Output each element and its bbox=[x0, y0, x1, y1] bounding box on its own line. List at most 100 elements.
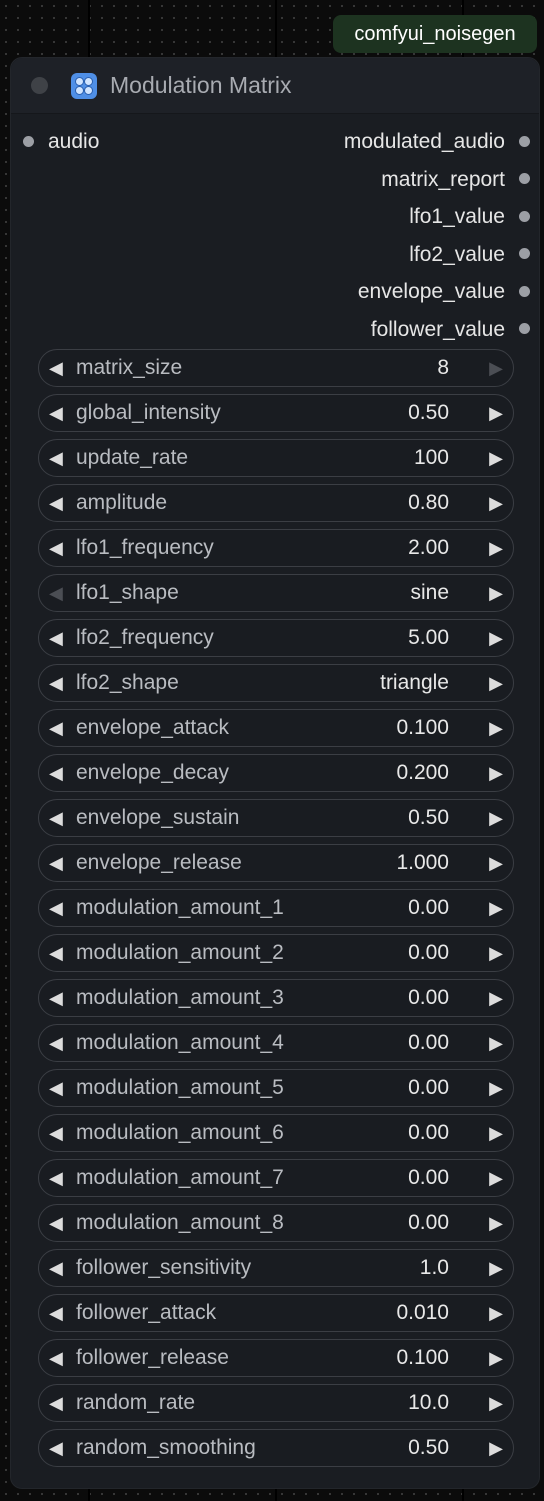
widget-lfo2-frequency[interactable]: ◀ lfo2_frequency 5.00 ▶ bbox=[38, 619, 514, 657]
decrement-arrow-icon[interactable]: ◀ bbox=[49, 845, 63, 881]
increment-arrow-icon[interactable]: ▶ bbox=[489, 530, 503, 566]
widget-value[interactable]: triangle bbox=[380, 665, 449, 701]
increment-arrow-icon[interactable]: ▶ bbox=[489, 1115, 503, 1151]
widget-value[interactable]: 0.100 bbox=[396, 1340, 449, 1376]
widget-value[interactable]: sine bbox=[410, 575, 449, 611]
modulation-matrix-node[interactable]: Modulation Matrix audio modulated_audio ma… bbox=[10, 57, 540, 1489]
output-slot-dot-icon[interactable] bbox=[519, 210, 530, 222]
widget-modulation-amount-3[interactable]: ◀ modulation_amount_3 0.00 ▶ bbox=[38, 979, 514, 1017]
output-slot-dot-icon[interactable] bbox=[519, 135, 530, 147]
node-header[interactable]: Modulation Matrix bbox=[11, 58, 539, 114]
widget-value[interactable]: 100 bbox=[414, 440, 449, 476]
increment-arrow-icon[interactable]: ▶ bbox=[489, 1160, 503, 1196]
widget-value[interactable]: 0.00 bbox=[408, 935, 449, 971]
increment-arrow-icon[interactable]: ▶ bbox=[489, 1385, 503, 1421]
widget-lfo2-shape[interactable]: ◀ lfo2_shape triangle ▶ bbox=[38, 664, 514, 702]
widget-modulation-amount-5[interactable]: ◀ modulation_amount_5 0.00 ▶ bbox=[38, 1069, 514, 1107]
decrement-arrow-icon[interactable]: ◀ bbox=[49, 1160, 63, 1196]
increment-arrow-icon[interactable]: ▶ bbox=[489, 395, 503, 431]
widget-value[interactable]: 0.80 bbox=[408, 485, 449, 521]
widget-value[interactable]: 1.0 bbox=[420, 1250, 449, 1286]
widget-lfo1-frequency[interactable]: ◀ lfo1_frequency 2.00 ▶ bbox=[38, 529, 514, 567]
widget-matrix-size[interactable]: ◀ matrix_size 8 ▶ bbox=[38, 349, 514, 387]
increment-arrow-icon[interactable]: ▶ bbox=[489, 1340, 503, 1376]
decrement-arrow-icon[interactable]: ◀ bbox=[49, 665, 63, 701]
collapse-toggle-icon[interactable] bbox=[31, 77, 48, 94]
widget-random-smoothing[interactable]: ◀ random_smoothing 0.50 ▶ bbox=[38, 1429, 514, 1467]
decrement-arrow-icon[interactable]: ◀ bbox=[49, 935, 63, 971]
increment-arrow-icon[interactable]: ▶ bbox=[489, 620, 503, 656]
increment-arrow-icon[interactable]: ▶ bbox=[489, 800, 503, 836]
increment-arrow-icon[interactable]: ▶ bbox=[489, 755, 503, 791]
increment-arrow-icon[interactable]: ▶ bbox=[489, 1025, 503, 1061]
decrement-arrow-icon[interactable]: ◀ bbox=[49, 1250, 63, 1286]
widget-value[interactable]: 0.50 bbox=[408, 395, 449, 431]
widget-value[interactable]: 1.000 bbox=[396, 845, 449, 881]
decrement-arrow-icon[interactable]: ◀ bbox=[49, 350, 63, 386]
widget-value[interactable]: 0.00 bbox=[408, 1160, 449, 1196]
decrement-arrow-icon[interactable]: ◀ bbox=[49, 800, 63, 836]
increment-arrow-icon[interactable]: ▶ bbox=[489, 440, 503, 476]
decrement-arrow-icon[interactable]: ◀ bbox=[49, 1295, 63, 1331]
widget-modulation-amount-6[interactable]: ◀ modulation_amount_6 0.00 ▶ bbox=[38, 1114, 514, 1152]
widget-modulation-amount-2[interactable]: ◀ modulation_amount_2 0.00 ▶ bbox=[38, 934, 514, 972]
decrement-arrow-icon[interactable]: ◀ bbox=[49, 1025, 63, 1061]
decrement-arrow-icon[interactable]: ◀ bbox=[49, 1115, 63, 1151]
increment-arrow-icon[interactable]: ▶ bbox=[489, 1070, 503, 1106]
output-slot-dot-icon[interactable] bbox=[519, 248, 530, 259]
increment-arrow-icon[interactable]: ▶ bbox=[489, 1205, 503, 1241]
decrement-arrow-icon[interactable]: ◀ bbox=[49, 1385, 63, 1421]
widget-modulation-amount-7[interactable]: ◀ modulation_amount_7 0.00 ▶ bbox=[38, 1159, 514, 1197]
decrement-arrow-icon[interactable]: ◀ bbox=[49, 980, 63, 1016]
widget-global-intensity[interactable]: ◀ global_intensity 0.50 ▶ bbox=[38, 394, 514, 432]
decrement-arrow-icon[interactable]: ◀ bbox=[49, 575, 63, 611]
output-slot-dot-icon[interactable] bbox=[519, 323, 530, 334]
widget-value[interactable]: 0.50 bbox=[408, 1430, 449, 1466]
decrement-arrow-icon[interactable]: ◀ bbox=[49, 1070, 63, 1106]
decrement-arrow-icon[interactable]: ◀ bbox=[49, 395, 63, 431]
increment-arrow-icon[interactable]: ▶ bbox=[489, 935, 503, 971]
increment-arrow-icon[interactable]: ▶ bbox=[489, 845, 503, 881]
widget-value[interactable]: 0.00 bbox=[408, 890, 449, 926]
decrement-arrow-icon[interactable]: ◀ bbox=[49, 440, 63, 476]
decrement-arrow-icon[interactable]: ◀ bbox=[49, 530, 63, 566]
output-slot-dot-icon[interactable] bbox=[519, 285, 530, 297]
increment-arrow-icon[interactable]: ▶ bbox=[489, 350, 503, 386]
widget-follower-sensitivity[interactable]: ◀ follower_sensitivity 1.0 ▶ bbox=[38, 1249, 514, 1287]
widget-modulation-amount-8[interactable]: ◀ modulation_amount_8 0.00 ▶ bbox=[38, 1204, 514, 1242]
decrement-arrow-icon[interactable]: ◀ bbox=[49, 1205, 63, 1241]
increment-arrow-icon[interactable]: ▶ bbox=[489, 710, 503, 746]
widget-value[interactable]: 5.00 bbox=[408, 620, 449, 656]
increment-arrow-icon[interactable]: ▶ bbox=[489, 1430, 503, 1466]
decrement-arrow-icon[interactable]: ◀ bbox=[49, 620, 63, 656]
widget-follower-attack[interactable]: ◀ follower_attack 0.010 ▶ bbox=[38, 1294, 514, 1332]
widget-value[interactable]: 0.00 bbox=[408, 1115, 449, 1151]
widget-value[interactable]: 2.00 bbox=[408, 530, 449, 566]
widget-value[interactable]: 10.0 bbox=[408, 1385, 449, 1421]
increment-arrow-icon[interactable]: ▶ bbox=[489, 1250, 503, 1286]
widget-envelope-release[interactable]: ◀ envelope_release 1.000 ▶ bbox=[38, 844, 514, 882]
widget-envelope-decay[interactable]: ◀ envelope_decay 0.200 ▶ bbox=[38, 754, 514, 792]
decrement-arrow-icon[interactable]: ◀ bbox=[49, 1340, 63, 1376]
widget-value[interactable]: 0.00 bbox=[408, 1205, 449, 1241]
widget-envelope-attack[interactable]: ◀ envelope_attack 0.100 ▶ bbox=[38, 709, 514, 747]
widget-random-rate[interactable]: ◀ random_rate 10.0 ▶ bbox=[38, 1384, 514, 1422]
decrement-arrow-icon[interactable]: ◀ bbox=[49, 485, 63, 521]
widget-amplitude[interactable]: ◀ amplitude 0.80 ▶ bbox=[38, 484, 514, 522]
widget-envelope-sustain[interactable]: ◀ envelope_sustain 0.50 ▶ bbox=[38, 799, 514, 837]
increment-arrow-icon[interactable]: ▶ bbox=[489, 665, 503, 701]
input-slot-dot-icon[interactable] bbox=[23, 135, 34, 147]
increment-arrow-icon[interactable]: ▶ bbox=[489, 980, 503, 1016]
widget-value[interactable]: 0.200 bbox=[396, 755, 449, 791]
widget-update-rate[interactable]: ◀ update_rate 100 ▶ bbox=[38, 439, 514, 477]
decrement-arrow-icon[interactable]: ◀ bbox=[49, 710, 63, 746]
increment-arrow-icon[interactable]: ▶ bbox=[489, 575, 503, 611]
widget-value[interactable]: 0.00 bbox=[408, 1070, 449, 1106]
increment-arrow-icon[interactable]: ▶ bbox=[489, 1295, 503, 1331]
widget-modulation-amount-1[interactable]: ◀ modulation_amount_1 0.00 ▶ bbox=[38, 889, 514, 927]
widget-value[interactable]: 0.100 bbox=[396, 710, 449, 746]
increment-arrow-icon[interactable]: ▶ bbox=[489, 890, 503, 926]
widget-modulation-amount-4[interactable]: ◀ modulation_amount_4 0.00 ▶ bbox=[38, 1024, 514, 1062]
widget-lfo1-shape[interactable]: ◀ lfo1_shape sine ▶ bbox=[38, 574, 514, 612]
widget-follower-release[interactable]: ◀ follower_release 0.100 ▶ bbox=[38, 1339, 514, 1377]
